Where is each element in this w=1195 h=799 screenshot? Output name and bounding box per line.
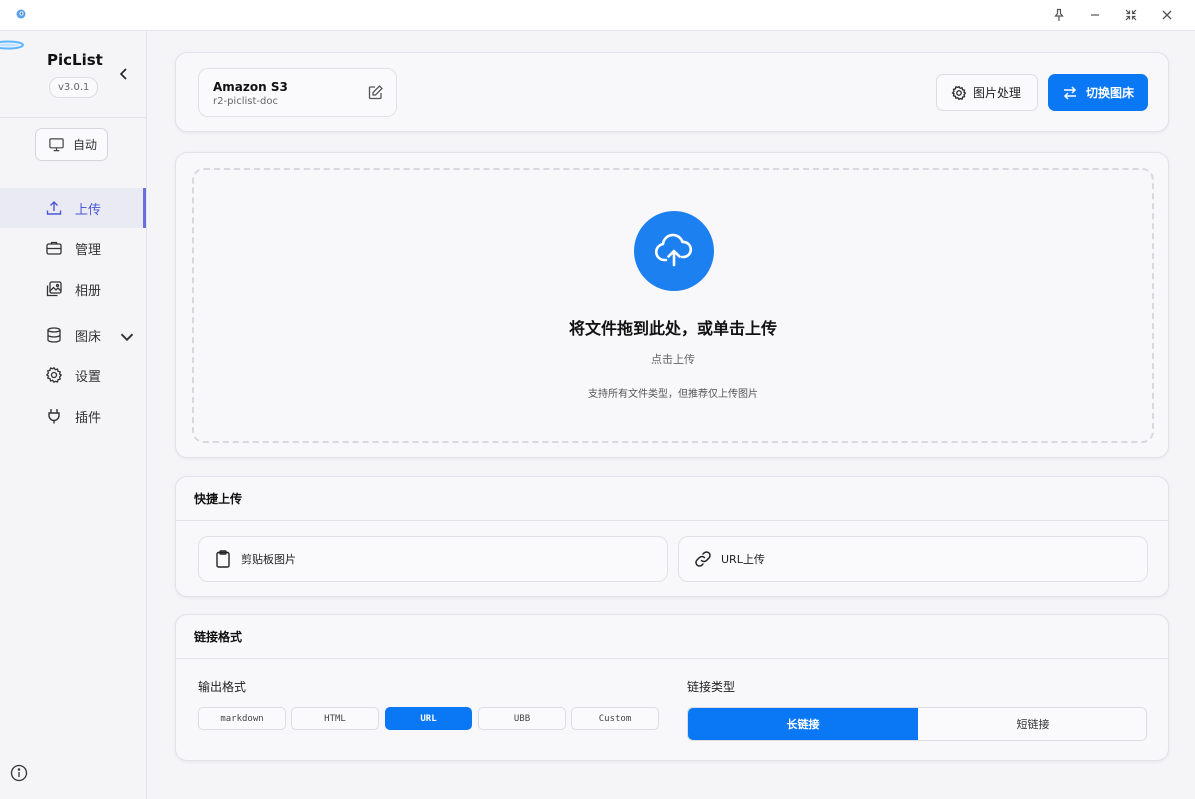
output-format-label: 输出格式 <box>198 680 247 694</box>
sidebar-item-upload[interactable]: 上传 <box>0 188 146 228</box>
sidebar: PicList v3.0.1 自动 上传 管理 相册 图床 设置 插件 <box>0 31 147 799</box>
sidebar-item-label: 上传 <box>75 202 102 218</box>
database-icon <box>47 327 61 343</box>
upload-title: 将文件拖到此处，或单击上传 <box>568 319 777 338</box>
format-custom-button[interactable]: Custom <box>571 707 659 730</box>
sidebar-item-plugins[interactable]: 插件 <box>0 396 146 436</box>
close-button[interactable] <box>1156 5 1178 25</box>
title-bar <box>0 0 1195 31</box>
sidebar-item-settings[interactable]: 设置 <box>0 355 146 395</box>
app-name: PicList <box>47 51 103 69</box>
url-upload-label: URL上传 <box>721 553 765 566</box>
clipboard-upload-button[interactable]: 剪贴板图片 <box>198 536 668 582</box>
sidebar-item-gallery[interactable]: 相册 <box>0 269 146 309</box>
upload-cloud-badge <box>634 211 714 291</box>
minimize-icon <box>1091 14 1099 16</box>
clipboard-upload-label: 剪贴板图片 <box>241 553 296 566</box>
minimize-button[interactable] <box>1084 5 1106 25</box>
url-upload-button[interactable]: URL上传 <box>678 536 1148 582</box>
chevron-down-icon <box>120 333 134 342</box>
link-type-label: 链接类型 <box>687 680 736 694</box>
upload-hint: 支持所有文件类型，但推荐仅上传图片 <box>588 389 758 400</box>
sidebar-item-manage[interactable]: 管理 <box>0 228 146 268</box>
edit-icon[interactable] <box>367 84 384 101</box>
shrink-icon <box>1125 9 1137 21</box>
info-icon[interactable] <box>10 764 28 782</box>
close-icon <box>1162 10 1172 20</box>
gear-icon <box>45 366 63 384</box>
plug-icon <box>48 409 60 424</box>
sidebar-item-label: 插件 <box>75 410 102 426</box>
swap-icon <box>1063 85 1077 100</box>
current-picbed[interactable]: Amazon S3 r2-piclist-doc <box>198 68 397 117</box>
cloud-upload-icon <box>654 233 693 267</box>
gallery-icon <box>46 281 62 297</box>
gear-icon <box>951 85 967 100</box>
section-divider <box>176 658 1168 659</box>
sidebar-item-label: 管理 <box>75 242 102 258</box>
section-divider <box>176 520 1168 521</box>
format-url-button[interactable]: URL <box>385 707 472 730</box>
monitor-icon <box>49 138 64 152</box>
link-type-segmented: 长链接 短链接 <box>687 707 1147 741</box>
collapse-sidebar-icon[interactable] <box>116 66 132 82</box>
clipboard-icon <box>216 550 230 568</box>
pin-icon <box>1054 8 1064 21</box>
sidebar-item-label: 图床 <box>75 329 102 345</box>
upload-card: 将文件拖到此处，或单击上传 点击上传 支持所有文件类型，但推荐仅上传图片 <box>175 152 1169 458</box>
switch-picbed-button[interactable]: 切换图床 <box>1048 74 1148 111</box>
format-ubb-button[interactable]: UBB <box>478 707 566 730</box>
picbed-name: Amazon S3 <box>213 80 288 94</box>
briefcase-icon <box>46 241 62 255</box>
theme-toggle-button[interactable]: 自动 <box>35 128 108 161</box>
sidebar-divider <box>0 117 146 118</box>
app-version-badge: v3.0.1 <box>49 77 99 98</box>
sidebar-item-label: 相册 <box>75 283 102 299</box>
shrink-button[interactable] <box>1120 5 1142 25</box>
link-icon <box>695 551 711 567</box>
quick-upload-title: 快捷上传 <box>194 492 243 506</box>
upload-icon <box>46 201 62 215</box>
format-html-button[interactable]: HTML <box>291 707 379 730</box>
link-type-long[interactable]: 长链接 <box>688 708 918 740</box>
upload-drop-zone[interactable]: 将文件拖到此处，或单击上传 点击上传 支持所有文件类型，但推荐仅上传图片 <box>192 168 1154 443</box>
sidebar-item-picbeds[interactable]: 图床 <box>0 315 146 355</box>
link-format-title: 链接格式 <box>194 630 243 644</box>
upload-click-text[interactable]: 点击上传 <box>194 351 1152 367</box>
theme-label: 自动 <box>73 138 98 152</box>
picbed-config: r2-piclist-doc <box>213 96 278 107</box>
sidebar-item-label: 设置 <box>75 369 102 385</box>
app-icon <box>16 9 26 19</box>
quick-upload-card: 快捷上传 剪贴板图片 URL上传 <box>175 476 1169 597</box>
image-process-button[interactable]: 图片处理 <box>936 74 1038 111</box>
link-format-card: 链接格式 输出格式 markdown HTML URL UBB Custom 链… <box>175 614 1169 761</box>
picbed-header-card: Amazon S3 r2-piclist-doc 图片处理 切换图床 <box>175 52 1169 132</box>
link-type-short[interactable]: 短链接 <box>918 708 1146 740</box>
format-markdown-button[interactable]: markdown <box>198 707 286 730</box>
switch-picbed-label: 切换图床 <box>1086 86 1135 100</box>
logo-icon <box>0 40 24 50</box>
pin-button[interactable] <box>1048 5 1070 25</box>
image-process-label: 图片处理 <box>973 86 1022 100</box>
